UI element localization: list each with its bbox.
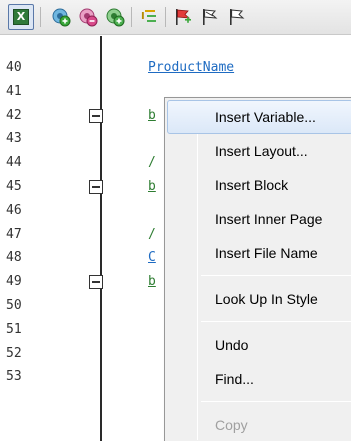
menu-separator [201, 275, 351, 276]
line-number: 51 [6, 321, 22, 337]
menu-item-insert-file-name[interactable]: Insert File Name [167, 236, 351, 270]
menu-item-insert-inner-page[interactable]: Insert Inner Page [167, 202, 351, 236]
menu-item-insert-variable[interactable]: Insert Variable... [167, 100, 351, 134]
line-number: 46 [6, 202, 22, 218]
menu-item-label: Undo [215, 337, 249, 353]
line-number: 41 [6, 83, 22, 99]
line-number: 40 [6, 60, 22, 75]
menu-item-label: Insert Variable... [215, 109, 316, 125]
line-number: 53 [6, 369, 22, 385]
svg-text:I: I [141, 11, 145, 22]
insert-text-icon[interactable]: I [138, 6, 160, 28]
line-number: 48 [6, 250, 22, 266]
code-text: b [148, 179, 156, 194]
insert-variable-tool-icon[interactable]: X [8, 4, 34, 30]
menu-item-look-up-in-style[interactable]: Look Up In Style [167, 282, 351, 316]
menu-item-copy: Copy [167, 408, 351, 441]
menu-item-label: Copy [215, 417, 248, 433]
line-number: 45 [6, 179, 22, 194]
fold-collapse-icon[interactable] [89, 108, 103, 123]
menu-item-label: Insert File Name [215, 245, 318, 261]
code-text: / [148, 155, 156, 171]
code-text: b [148, 107, 156, 123]
flag-outline-icon[interactable] [199, 6, 221, 28]
menu-item-find[interactable]: Find... [167, 362, 351, 396]
fold-collapse-icon[interactable] [89, 180, 103, 194]
add-green-circle-icon[interactable] [50, 6, 72, 28]
code-line[interactable]: 40 ProductName [0, 56, 351, 80]
menu-separator [201, 321, 351, 322]
menu-item-undo[interactable]: Undo [167, 328, 351, 362]
toolbar-separator [131, 7, 132, 27]
line-number: 44 [6, 155, 22, 171]
menu-item-insert-block[interactable]: Insert Block [167, 168, 351, 202]
fold-collapse-icon[interactable] [89, 275, 103, 290]
code-text: ProductName [148, 60, 235, 75]
line-number: 50 [6, 298, 22, 313]
code-text: C [148, 250, 156, 266]
line-number: 43 [6, 131, 22, 147]
menu-item-label: Insert Inner Page [215, 211, 323, 227]
menu-separator [201, 401, 351, 402]
menu-item-label: Look Up In Style [215, 291, 318, 307]
menu-item-label: Insert Layout... [215, 143, 308, 159]
line-number: 47 [6, 226, 22, 242]
toolbar-separator [165, 7, 166, 27]
toolbar-separator [40, 7, 41, 27]
code-text: / [148, 226, 156, 242]
add-pink-circle-icon[interactable] [77, 6, 99, 28]
flag-outline-alt-icon[interactable] [226, 6, 248, 28]
add-green-circle-alt-icon[interactable] [104, 6, 126, 28]
x-glyph: X [13, 9, 29, 25]
red-flag-icon[interactable] [172, 6, 194, 28]
toolbar: X I [0, 0, 351, 35]
line-number: 52 [6, 345, 22, 361]
line-number: 42 [6, 107, 22, 123]
context-menu: Insert Variable... Insert Layout... Insert… [164, 97, 351, 441]
menu-item-label: Find... [215, 371, 254, 387]
line-number: 49 [6, 274, 22, 290]
menu-item-label: Insert Block [215, 177, 289, 193]
code-text: b [148, 274, 156, 290]
menu-item-insert-layout[interactable]: Insert Layout... [167, 134, 351, 168]
